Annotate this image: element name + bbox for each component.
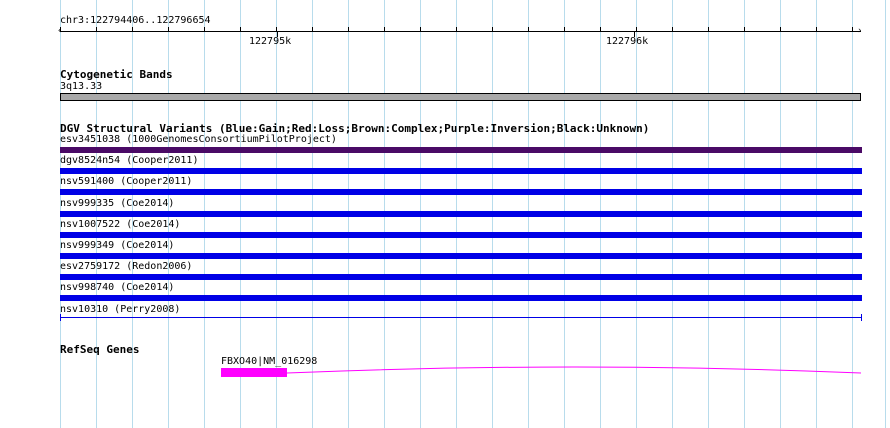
scroll-left-arrow-icon[interactable]: ‹ <box>57 27 62 36</box>
gene-exon <box>221 368 287 377</box>
scroll-right-arrow-icon[interactable]: › <box>857 27 862 36</box>
gene-intron-line <box>286 366 862 374</box>
gene-model[interactable] <box>0 0 890 428</box>
